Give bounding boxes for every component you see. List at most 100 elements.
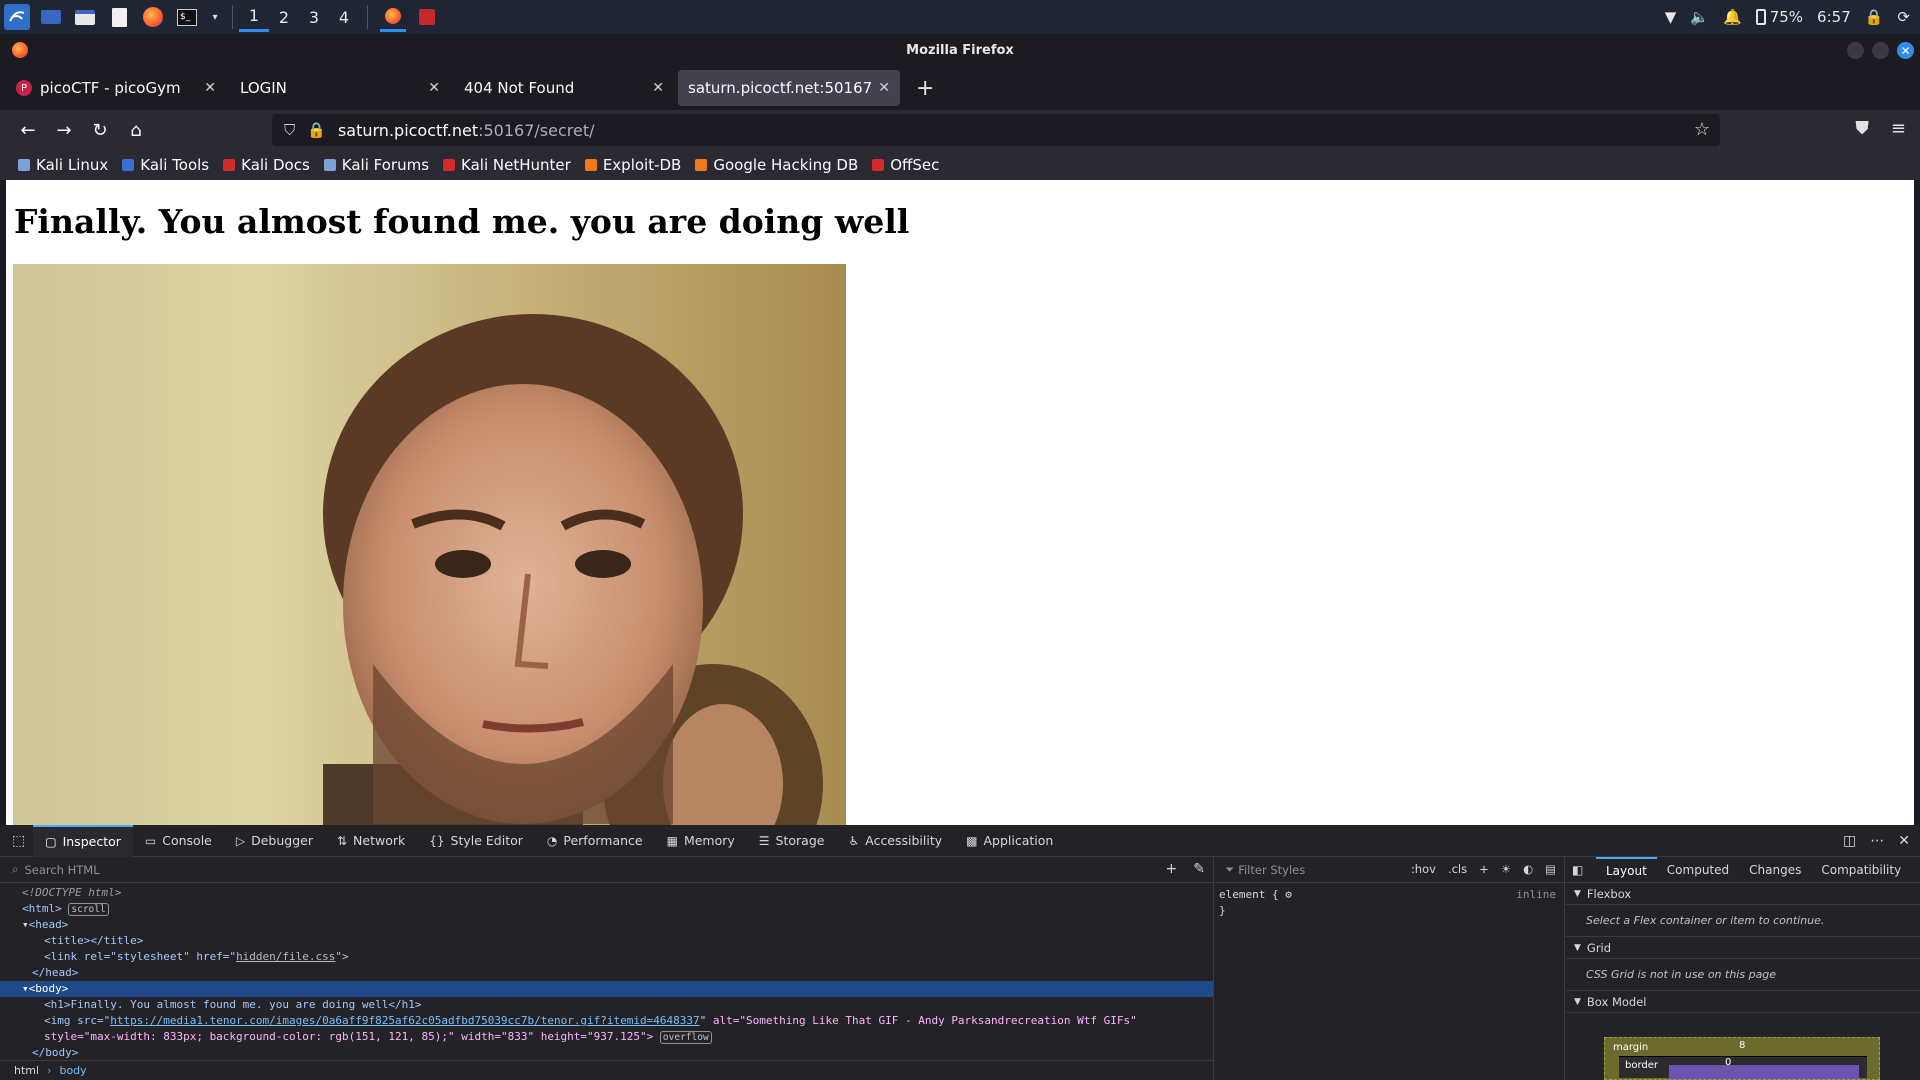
tree-body-close[interactable]: </body> [0,1045,1213,1061]
expand-arrow-icon[interactable]: ▾ [22,918,29,931]
bookmark-exploit-db[interactable]: Exploit-DB [584,156,681,174]
home-button[interactable]: ⌂ [118,114,154,146]
clock[interactable]: 6:57 [1817,8,1851,26]
tab-secret[interactable]: saturn.picoctf.net:50167/secret/ ✕ [678,70,900,106]
flexbox-section-header[interactable]: ▼ Flexbox [1566,883,1920,905]
workspace-2[interactable]: 2 [269,2,299,32]
tab-accessibility[interactable]: ♿ Accessibility [836,825,954,857]
breadcrumb-html[interactable]: html [14,1064,39,1077]
tree-body-node[interactable]: ▾<body> [0,981,1213,997]
close-tab-icon[interactable]: ✕ [204,80,216,96]
gear-icon[interactable]: ⚙ [1285,888,1292,901]
desktop-icon[interactable] [38,4,64,30]
breadcrumb-body[interactable]: body [59,1064,86,1077]
bookmark-offsec[interactable]: OffSec [872,156,939,174]
tab-memory[interactable]: ▦ Memory [655,825,747,857]
tree-head-node[interactable]: ▾<head> [0,917,1213,933]
workspace-3[interactable]: 3 [299,2,329,32]
reload-button[interactable]: ↻ [82,114,118,146]
network-icon[interactable]: ▼ [1665,8,1677,26]
print-media-icon[interactable]: ▤ [1545,862,1556,876]
tab-network[interactable]: ⇅ Network [325,825,417,857]
terminal-icon[interactable]: $_ [174,4,200,30]
margin-value[interactable]: 8 [1739,1040,1745,1051]
img-src-link[interactable]: https://media1.tenor.com/images/0a6aff9f… [110,1014,699,1027]
tab-computed[interactable]: Computed [1657,857,1739,883]
tab-console[interactable]: ▭ Console [133,825,224,857]
maximize-button[interactable] [1872,42,1889,59]
element-picker-icon[interactable]: ⬚ [12,833,25,849]
notification-bell-icon[interactable]: 🔔 [1723,8,1742,26]
bookmark-star-icon[interactable]: ☆ [1694,119,1710,140]
workspace-4[interactable]: 4 [329,2,359,32]
close-tab-icon[interactable]: ✕ [652,80,664,96]
lock-icon[interactable]: 🔒 [307,121,326,139]
tab-picoctf[interactable]: P picoCTF - picoGym ✕ [6,70,226,106]
stylesheet-link[interactable]: hidden/file.css [236,950,335,963]
tree-img-node[interactable]: <img src="https://media1.tenor.com/image… [0,1013,1213,1029]
dark-scheme-icon[interactable]: ◐ [1523,862,1533,876]
tree-head-close[interactable]: </head> [0,965,1213,981]
filter-styles-input[interactable]: ⏷ Filter Styles :hov .cls + ☀ ◐ ▤ [1215,857,1564,883]
tab-application[interactable]: ▩ Application [954,825,1065,857]
hamburger-menu-icon[interactable]: ≡ [1891,118,1906,139]
tree-html-node[interactable]: <html> scroll [0,901,1213,917]
close-window-button[interactable]: ✕ [1897,42,1914,59]
pocket-icon[interactable]: ⛊ [1855,118,1869,139]
tab-layout[interactable]: Layout [1596,856,1657,883]
lock-icon[interactable]: 🔒 [1865,8,1884,26]
scroll-badge[interactable]: scroll [68,903,109,916]
tree-h1-node[interactable]: <h1>Finally. You almost found me. you ar… [0,997,1213,1013]
tab-style-editor[interactable]: {} Style Editor [417,825,535,857]
tree-link-node[interactable]: <link rel="stylesheet" href="hidden/file… [0,949,1213,965]
sidebar-toggle-icon[interactable]: ◧ [1572,863,1583,877]
search-html-input[interactable]: ⌕ Search HTML + ✎ [0,857,1213,883]
hov-toggle-button[interactable]: :hov [1411,862,1436,876]
bookmark-google-hacking-db[interactable]: Google Hacking DB [695,156,858,174]
tree-title-node[interactable]: <title></title> [0,933,1213,949]
firefox-launcher-icon[interactable] [140,4,166,30]
tab-debugger[interactable]: ▷ Debugger [224,825,325,857]
url-bar[interactable]: ⛉ 🔒 saturn.picoctf.net:50167/secret/ ☆ [272,114,1720,146]
bookmark-kali-tools[interactable]: Kali Tools [122,156,209,174]
box-model-section-header[interactable]: ▼ Box Model [1566,991,1920,1013]
tab-storage[interactable]: ☰ Storage [747,825,837,857]
tree-doctype[interactable]: <!DOCTYPE html> [0,885,1213,901]
close-tab-icon[interactable]: ✕ [428,80,440,96]
tab-changes[interactable]: Changes [1739,857,1811,883]
shield-icon[interactable]: ⛉ [284,121,295,139]
tab-compatibility[interactable]: Compatibility [1811,857,1911,883]
close-tab-icon[interactable]: ✕ [878,80,890,96]
chevron-down-icon[interactable]: ▾ [208,4,222,30]
add-rule-icon[interactable]: + [1479,862,1489,876]
overflow-badge[interactable]: overflow [659,1031,712,1044]
dock-side-icon[interactable]: ◫ [1843,833,1856,849]
bookmark-kali-docs[interactable]: Kali Docs [223,156,310,174]
bookmark-kali-nethunter[interactable]: Kali NetHunter [443,156,571,174]
battery-icon[interactable]: 75% [1755,8,1803,26]
tree-img-attrs[interactable]: style="max-width: 833px; background-colo… [0,1029,1213,1045]
kali-menu-icon[interactable] [4,4,30,30]
bookmark-kali-linux[interactable]: Kali Linux [18,156,108,174]
back-button[interactable]: ← [10,114,46,146]
tab-login[interactable]: LOGIN ✕ [230,70,450,106]
firefox-window-icon[interactable] [380,2,406,32]
tab-performance[interactable]: ◔ Performance [535,825,655,857]
minimize-button[interactable] [1847,42,1864,59]
power-icon[interactable]: ⟳ [1897,8,1910,26]
more-options-icon[interactable]: ⋯ [1870,833,1884,849]
eyedropper-icon[interactable]: ✎ [1193,861,1205,877]
new-tab-button[interactable]: + [916,76,934,101]
forward-button[interactable]: → [46,114,82,146]
close-devtools-icon[interactable]: ✕ [1898,833,1910,849]
tab-inspector[interactable]: ▢ Inspector [33,824,133,857]
light-scheme-icon[interactable]: ☀ [1501,862,1511,876]
add-node-icon[interactable]: + [1166,861,1178,877]
grid-section-header[interactable]: ▼ Grid [1566,937,1920,959]
workspace-1[interactable]: 1 [239,2,269,32]
bookmark-kali-forums[interactable]: Kali Forums [323,156,429,174]
cls-toggle-button[interactable]: .cls [1448,862,1467,876]
volume-icon[interactable]: 🔈 [1690,8,1709,26]
text-editor-icon[interactable] [106,4,132,30]
file-manager-icon[interactable] [72,4,98,30]
